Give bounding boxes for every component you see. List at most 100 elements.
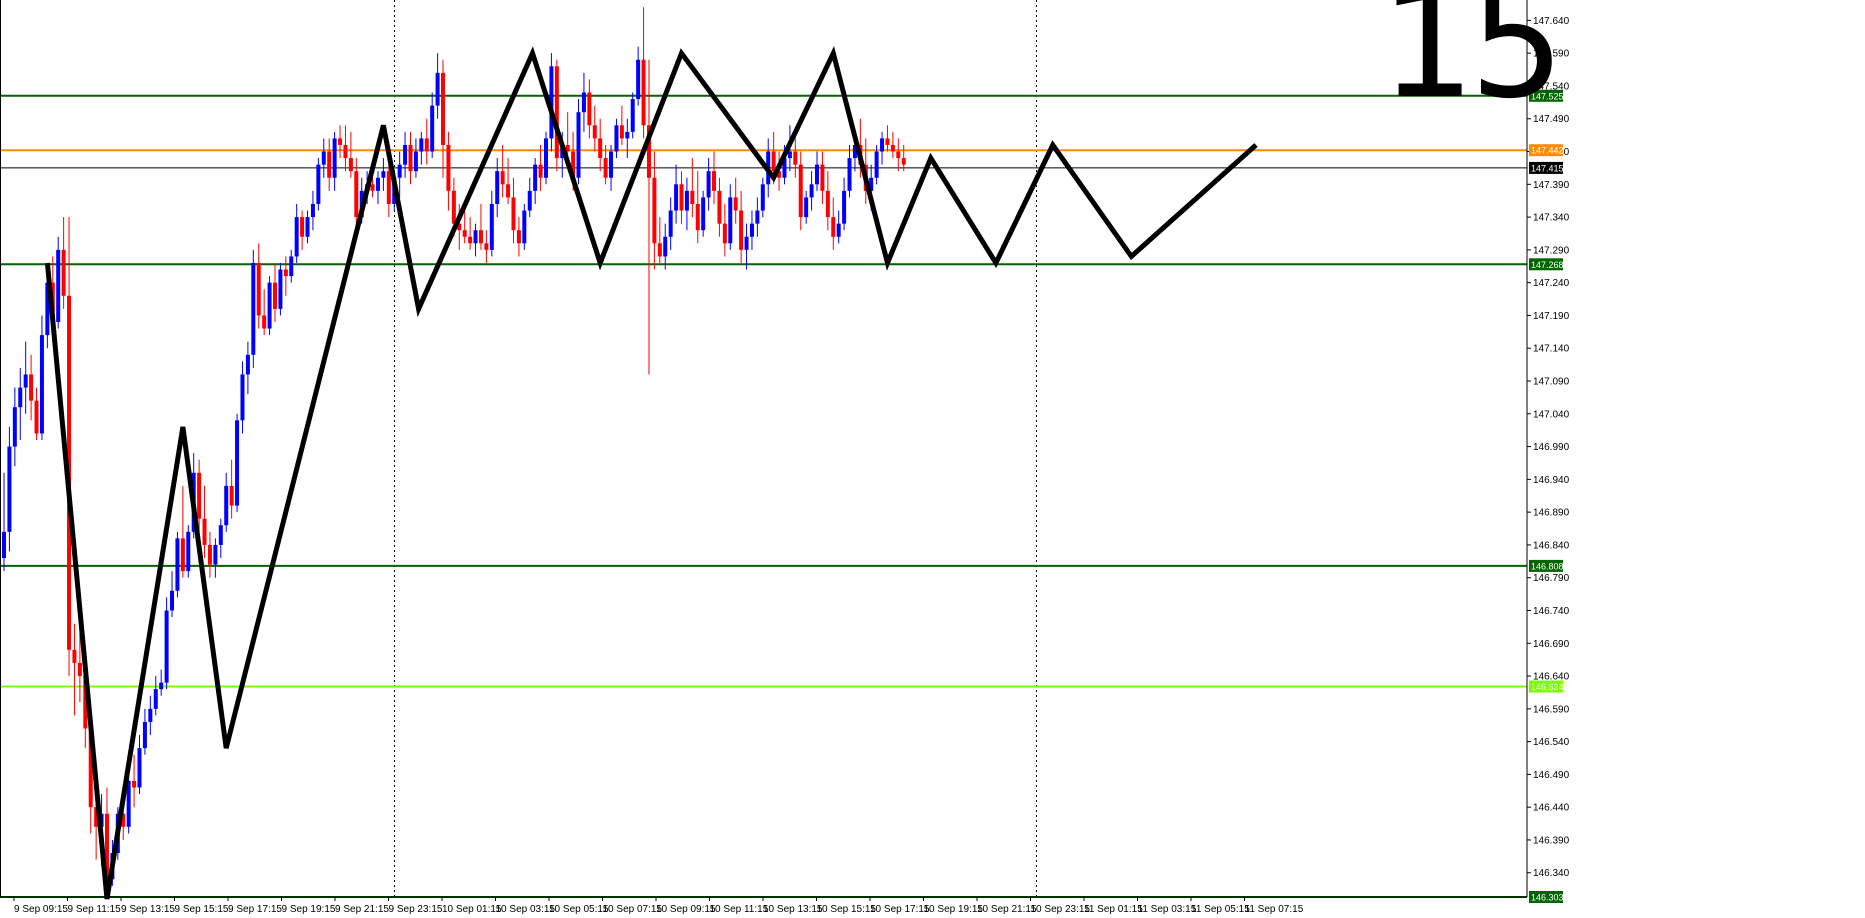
price-tick-label: 146.440 [1533,803,1570,814]
candle-body [506,184,511,198]
time-tick-label: 9 Sep 19:15 [282,904,336,915]
candle-body [733,197,738,211]
time-tick-label: 9 Sep 23:15 [389,904,443,915]
candle-body [175,538,180,591]
candle-body [338,138,343,145]
level-price-tag-label: 146.303 [1531,893,1564,903]
candle-body [142,721,147,749]
candle-body [619,125,624,139]
candle-body [603,158,608,178]
time-tick-label: 10 Sep 07:15 [603,904,663,915]
candle-body [316,164,321,204]
candle-body [310,203,315,218]
candle-body [473,230,478,244]
time-tick-label: 9 Sep 09:15 [14,904,68,915]
horizontal-levels [0,94,1527,898]
candle-body [901,158,906,165]
candle-body [218,525,223,545]
candle-body [484,243,489,250]
candle-body [251,262,256,355]
candle-body [77,662,82,677]
candle-body [831,217,836,237]
price-tick-label: 146.940 [1533,475,1570,486]
candle-body [300,217,305,237]
candle-body [180,538,185,572]
time-tick-label: 11 Sep 01:15 [1084,904,1143,915]
candle-body [874,151,879,178]
candle-body [489,203,494,250]
day-separators [394,0,1037,897]
time-tick-label: 10 Sep 03:15 [496,904,556,915]
candle-body [842,190,847,224]
time-tick-label: 10 Sep 15:15 [817,904,877,915]
price-chart[interactable]: 147.640147.590147.540147.490147.440147.3… [0,0,1865,918]
time-tick-label: 10 Sep 17:15 [870,904,930,915]
candle-body [381,171,386,178]
candle-body [804,197,809,218]
candle-body [430,105,435,152]
price-tick-label: 147.190 [1533,311,1570,322]
candle-body [468,236,473,244]
candle-body [137,748,142,788]
candle-body [533,164,538,191]
candle-body [614,125,619,152]
candle-body [197,472,202,519]
candle-body [809,184,814,198]
price-tick-label: 146.490 [1533,770,1570,781]
candle-body [511,197,516,231]
candle-body [825,190,830,218]
candle-body [305,217,310,237]
candle-body [29,374,34,401]
candle-body [224,485,229,526]
candle-body [332,138,337,178]
candle-body [598,138,603,159]
candle-body [262,315,267,329]
price-tick-label: 147.290 [1533,245,1570,256]
level-price-tag-label: 146.624 [1531,682,1564,692]
time-tick-label: 10 Sep 19:15 [924,904,984,915]
time-tick-label: 10 Sep 11:15 [710,904,769,915]
candle-body [72,649,77,663]
candle-body [213,544,218,565]
candle-body [636,59,641,100]
price-tick-label: 146.990 [1533,442,1570,453]
candle-body [592,125,597,139]
candle-body [164,610,169,683]
candle-body [706,171,711,198]
candle-body [61,249,66,296]
candle-body [451,190,456,224]
candle-body [375,177,380,191]
candle-body [847,158,852,191]
candle-body [663,236,668,257]
timeframe-label: 15 [1380,0,1565,132]
candle-body [229,485,234,506]
candle-body [408,144,413,172]
candle-body [343,144,348,159]
candle-body [7,446,12,532]
candle-body [207,544,212,565]
price-tick-label: 147.090 [1533,377,1570,388]
candle-body [441,72,446,145]
level-price-tag-label: 147.268 [1531,260,1564,270]
candle-body [695,203,700,231]
candle-body [370,184,375,191]
candle-body [148,708,153,722]
candle-body [256,262,261,316]
time-tick-label: 10 Sep 09:15 [656,904,716,915]
price-tick-label: 146.540 [1533,737,1570,748]
price-tick-label: 147.240 [1533,278,1570,289]
candle-body [625,131,630,139]
level-price-tag-label: 147.415 [1531,163,1564,173]
candle-body [554,66,559,159]
candle-body [413,151,418,172]
time-tick-label: 9 Sep 13:15 [121,904,175,915]
candle-body [153,689,158,709]
candle-body [722,223,727,244]
time-tick-label: 11 Sep 07:15 [1245,904,1304,915]
candle-body [798,164,803,218]
candle-body [294,217,299,257]
candle-body [245,354,250,375]
time-tick-label: 9 Sep 15:15 [175,904,229,915]
time-tick-label: 9 Sep 11:15 [68,904,122,915]
level-price-tag-label: 146.808 [1531,561,1564,571]
